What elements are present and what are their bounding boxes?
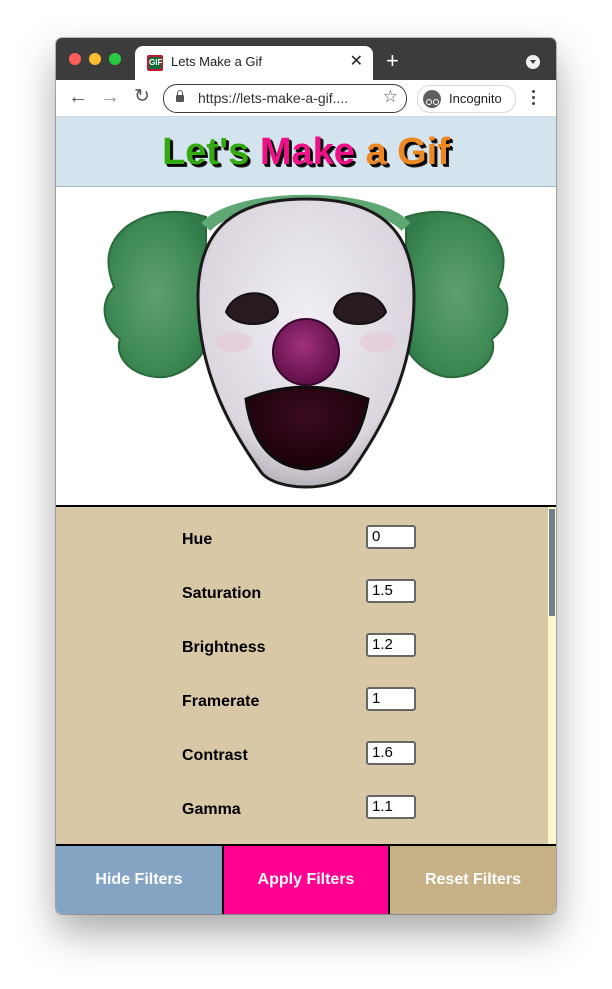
gif-favicon-icon: GIF — [147, 55, 163, 71]
filter-row-gamma: Gamma 1.1 — [182, 795, 422, 825]
scrollbar-thumb[interactable] — [549, 509, 555, 616]
kebab-menu-icon[interactable] — [532, 90, 536, 106]
tab-close-icon[interactable]: ✕ — [350, 52, 363, 72]
framerate-input[interactable]: 1 — [366, 687, 416, 711]
apply-filters-button[interactable]: Apply Filters — [224, 846, 390, 914]
incognito-icon — [423, 90, 441, 108]
incognito-label: Incognito — [449, 91, 502, 106]
title-word-lets: Let's — [162, 131, 250, 173]
reset-filters-button[interactable]: Reset Filters — [390, 846, 556, 914]
new-tab-button[interactable]: + — [386, 50, 399, 72]
incognito-indicator[interactable]: Incognito — [417, 85, 516, 113]
tab-strip: GIF Lets Make a Gif ✕ + — [56, 38, 556, 80]
page-viewport: Let's Make a Gif Hue 0 Saturation 1.5 Br… — [56, 117, 556, 914]
maximize-window-button[interactable] — [109, 53, 121, 65]
site-title: Let's Make a Gif — [56, 130, 556, 174]
url-text[interactable]: https://lets-make-a-gif.... — [198, 90, 348, 106]
filter-row-hue: Hue 0 — [182, 525, 422, 555]
filter-label: Saturation — [182, 585, 262, 602]
tab-search-icon[interactable] — [526, 55, 540, 69]
bookmark-star-icon[interactable]: ☆ — [383, 87, 398, 107]
minimize-window-button[interactable] — [89, 53, 101, 65]
title-word-make: Make — [259, 131, 355, 173]
action-bar: Hide Filters Apply Filters Reset Filters — [56, 844, 556, 914]
filters-scrollbar[interactable] — [548, 507, 556, 844]
filter-label: Brightness — [182, 639, 266, 656]
filter-label: Gamma — [182, 801, 241, 818]
address-bar[interactable]: https://lets-make-a-gif.... ☆ — [163, 84, 407, 113]
filter-row-contrast: Contrast 1.6 — [182, 741, 422, 771]
close-window-button[interactable] — [69, 53, 81, 65]
tab-title: Lets Make a Gif — [171, 54, 263, 69]
lock-icon[interactable] — [176, 90, 184, 102]
title-word-a-gif: a Gif — [365, 131, 450, 173]
reload-icon[interactable]: ↻ — [134, 86, 150, 108]
gamma-input[interactable]: 1.1 — [366, 795, 416, 819]
browser-window: GIF Lets Make a Gif ✕ + ← → ↻ https://le… — [56, 38, 556, 914]
filter-label: Contrast — [182, 747, 248, 764]
brightness-input[interactable]: 1.2 — [366, 633, 416, 657]
filter-row-saturation: Saturation 1.5 — [182, 579, 422, 609]
site-header: Let's Make a Gif — [56, 117, 556, 187]
browser-toolbar: ← → ↻ https://lets-make-a-gif.... ☆ Inco… — [56, 80, 556, 117]
filter-label: Hue — [182, 531, 213, 548]
clown-face-image — [103, 194, 509, 489]
filter-row-framerate: Framerate 1 — [182, 687, 422, 717]
hue-input[interactable]: 0 — [366, 525, 416, 549]
hide-filters-button[interactable]: Hide Filters — [56, 846, 224, 914]
saturation-input[interactable]: 1.5 — [366, 579, 416, 603]
gif-preview — [56, 187, 556, 507]
filter-row-brightness: Brightness 1.2 — [182, 633, 422, 663]
forward-arrow-icon[interactable]: → — [100, 86, 120, 108]
browser-tab-active[interactable]: GIF Lets Make a Gif ✕ — [135, 46, 373, 80]
filter-label: Framerate — [182, 693, 260, 710]
back-arrow-icon[interactable]: ← — [68, 86, 88, 108]
contrast-input[interactable]: 1.6 — [366, 741, 416, 765]
filters-panel[interactable]: Hue 0 Saturation 1.5 Brightness 1.2 Fram… — [56, 507, 548, 844]
